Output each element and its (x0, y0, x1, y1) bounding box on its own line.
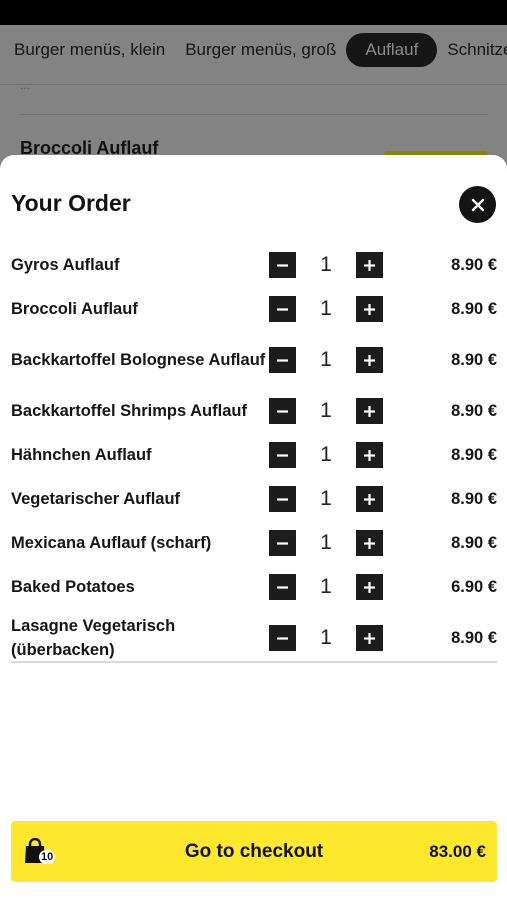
tab-burger-menus-large[interactable]: Burger menüs, groß (185, 40, 336, 60)
tab-schnitzel[interactable]: Schnitzel (447, 40, 507, 60)
increase-quantity-button[interactable] (356, 625, 383, 651)
item-price: 6.90 € (451, 578, 497, 596)
plus-icon (364, 449, 375, 461)
order-item: Broccoli Auflauf 1 8.90 € (11, 287, 497, 331)
minus-icon (277, 307, 288, 311)
decrease-quantity-button[interactable] (269, 347, 296, 373)
order-item: Backkartoffel Shrimps Auflauf 1 8.90 € (11, 389, 497, 433)
minus-icon (277, 358, 288, 362)
item-price: 8.90 € (451, 629, 497, 647)
item-name: Baked Potatoes (11, 578, 135, 596)
checkout-total: 83.00 € (429, 841, 486, 861)
order-item: Mexicana Auflauf (scharf) 1 8.90 € (11, 521, 497, 565)
quantity-value: 1 (320, 399, 332, 422)
increase-quantity-button[interactable] (356, 296, 383, 322)
plus-icon (364, 632, 375, 644)
close-icon (471, 198, 484, 211)
item-name: Backkartoffel Shrimps Auflauf (11, 402, 247, 420)
increase-quantity-button[interactable] (356, 252, 383, 278)
item-name: Backkartoffel Bolognese Auflauf (11, 351, 266, 369)
quantity-value: 1 (320, 531, 332, 554)
quantity-value: 1 (320, 626, 332, 649)
quantity-value: 1 (320, 297, 332, 320)
order-item: Baked Potatoes 1 6.90 € (11, 565, 497, 609)
decrease-quantity-button[interactable] (269, 442, 296, 468)
category-tabs: Burger menüs, klein Burger menüs, groß A… (0, 25, 507, 75)
decrease-quantity-button[interactable] (269, 486, 296, 512)
increase-quantity-button[interactable] (356, 574, 383, 600)
item-price: 8.90 € (451, 256, 497, 274)
plus-icon (364, 537, 375, 549)
order-title: Your Order (11, 190, 131, 216)
minus-icon (277, 453, 288, 457)
increase-quantity-button[interactable] (356, 486, 383, 512)
quantity-value: 1 (320, 443, 332, 466)
item-name: Gyros Auflauf (11, 256, 120, 274)
quantity-value: 1 (320, 575, 332, 598)
decrease-quantity-button[interactable] (269, 530, 296, 556)
plus-icon (364, 405, 375, 417)
minus-icon (277, 541, 288, 545)
divider (20, 114, 488, 115)
quantity-value: 1 (320, 487, 332, 510)
order-item: Hähnchen Auflauf 1 8.90 € (11, 433, 497, 477)
minus-icon (277, 263, 288, 267)
item-name: Lasagne Vegetarisch (überbacken) (11, 617, 176, 659)
quantity-value: 1 (320, 253, 332, 276)
increase-quantity-button[interactable] (356, 530, 383, 556)
item-name: Mexicana Auflauf (scharf) (11, 534, 212, 552)
tab-auflauf[interactable]: Auflauf (346, 33, 438, 67)
decrease-quantity-button[interactable] (269, 296, 296, 322)
plus-icon (364, 303, 375, 315)
plus-icon (364, 581, 375, 593)
minus-icon (277, 409, 288, 413)
quantity-value: 1 (320, 348, 332, 371)
checkout-button[interactable]: 10 Go to checkout 83.00 € (11, 821, 497, 882)
decrease-quantity-button[interactable] (269, 252, 296, 278)
item-price: 8.90 € (451, 300, 497, 318)
order-item: Vegetarischer Auflauf 1 8.90 € (11, 477, 497, 521)
decrease-quantity-button[interactable] (269, 625, 296, 651)
item-price: 8.90 € (451, 351, 497, 369)
increase-quantity-button[interactable] (356, 398, 383, 424)
increase-quantity-button[interactable] (356, 347, 383, 373)
divider (0, 84, 507, 85)
minus-icon (277, 585, 288, 589)
decrease-quantity-button[interactable] (269, 574, 296, 600)
tab-burger-menus-small[interactable]: Burger menüs, klein (14, 40, 165, 60)
item-name: Broccoli Auflauf (11, 300, 138, 318)
item-name: Hähnchen Auflauf (11, 446, 152, 464)
background-description-snippet: ... (20, 78, 31, 92)
status-bar (0, 0, 507, 25)
plus-icon (364, 354, 375, 366)
list-divider (11, 661, 497, 663)
minus-icon (277, 636, 288, 640)
order-item: Gyros Auflauf 1 8.90 € (11, 243, 497, 287)
order-sheet: Your Order Gyros Auflauf 1 8.90 € Brocco… (0, 155, 507, 900)
order-item-list: Gyros Auflauf 1 8.90 € Broccoli Auflauf … (11, 243, 497, 667)
item-price: 8.90 € (451, 534, 497, 552)
order-item: Backkartoffel Bolognese Auflauf 1 8.90 € (11, 331, 497, 389)
close-button[interactable] (459, 186, 496, 223)
decrease-quantity-button[interactable] (269, 398, 296, 424)
item-price: 8.90 € (451, 446, 497, 464)
plus-icon (364, 259, 375, 271)
increase-quantity-button[interactable] (356, 442, 383, 468)
item-price: 8.90 € (451, 490, 497, 508)
order-item: Lasagne Vegetarisch (überbacken) 1 8.90 … (11, 609, 497, 667)
item-name: Vegetarischer Auflauf (11, 490, 181, 508)
minus-icon (277, 497, 288, 501)
item-price: 8.90 € (451, 402, 497, 420)
plus-icon (364, 493, 375, 505)
checkout-label: Go to checkout (184, 840, 324, 862)
